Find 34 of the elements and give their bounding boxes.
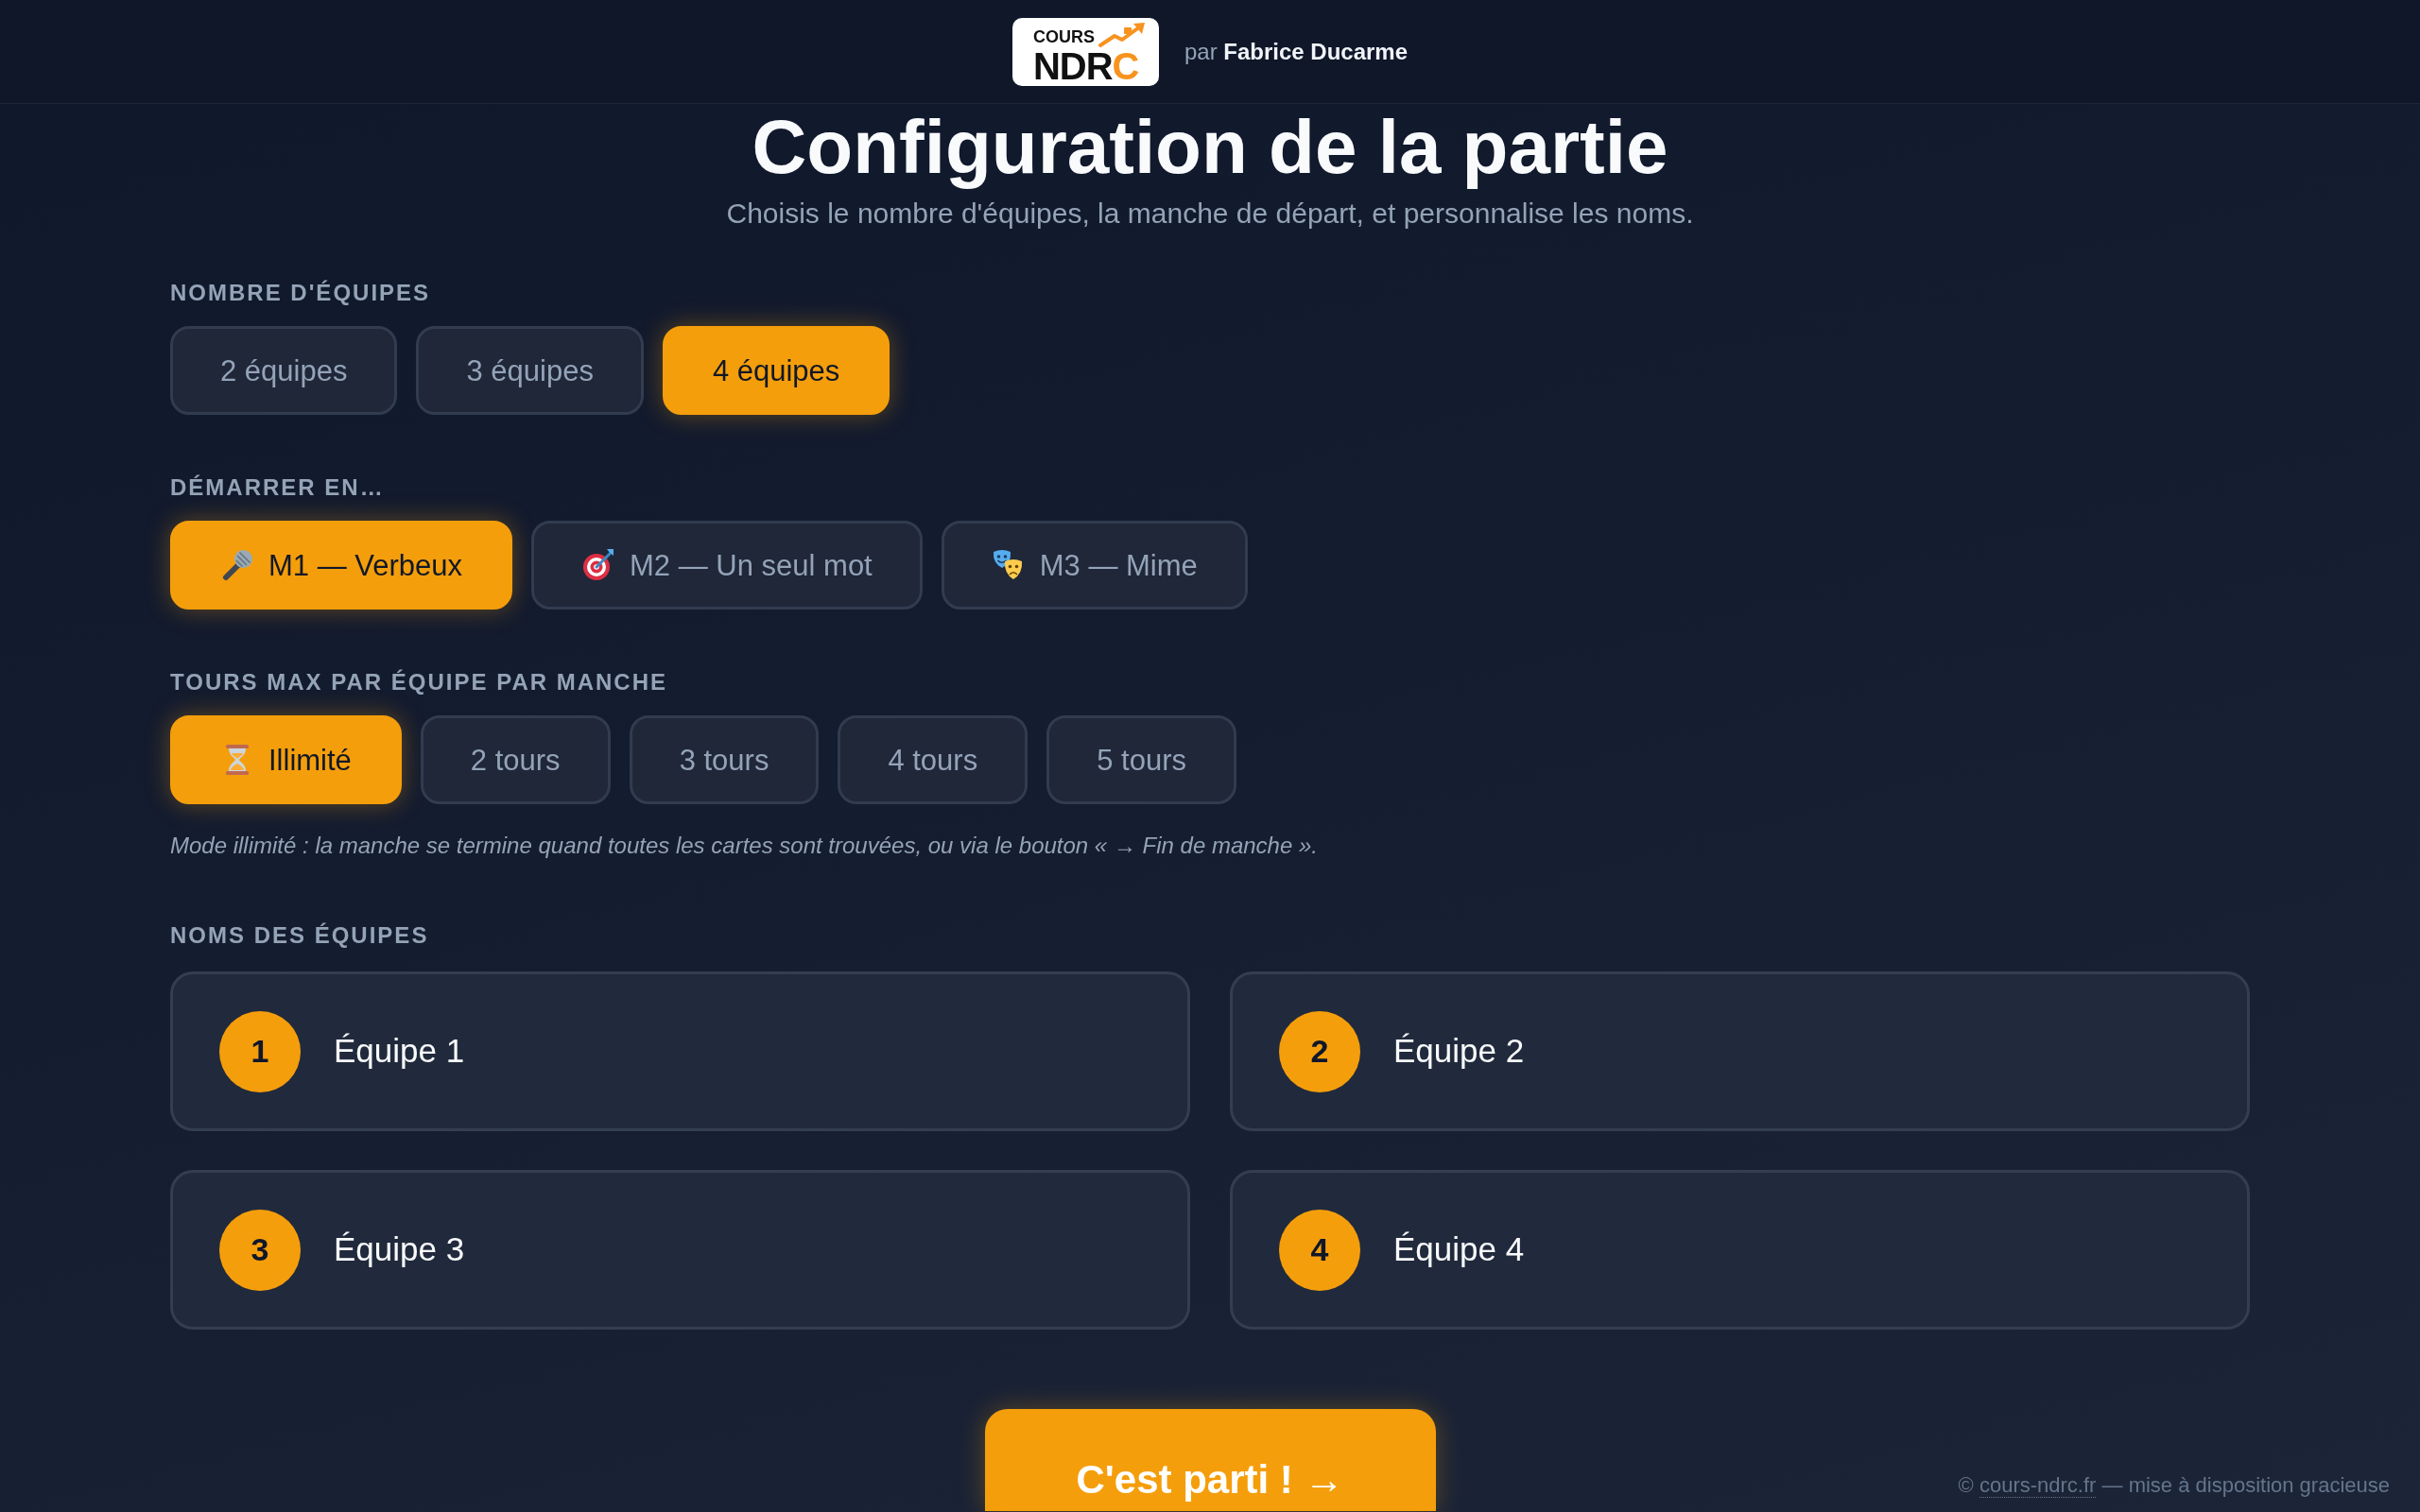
section-label: TOURS MAX PAR ÉQUIPE PAR MANCHE bbox=[170, 669, 669, 696]
logo-wordmark: NDRC bbox=[1032, 48, 1139, 83]
section-label: NOMBRE D'ÉQUIPES bbox=[170, 280, 432, 306]
section-label: NOMS DES ÉQUIPES bbox=[170, 922, 430, 949]
turn-limit-button[interactable]: Illimité bbox=[170, 715, 402, 804]
team-count-button[interactable]: 4 équipes bbox=[662, 326, 890, 415]
turn-limit-button[interactable]: 4 tours bbox=[838, 715, 1028, 804]
page-subtitle: Choisis le nombre d'équipes, la manche de départ, et personnalise les noms. bbox=[725, 197, 1695, 231]
team-name-input[interactable]: Équipe 4 bbox=[1393, 1226, 2219, 1274]
team-number-badge: 1 bbox=[219, 1010, 301, 1092]
team-name-input[interactable]: Équipe 3 bbox=[334, 1226, 1159, 1274]
microphone-icon bbox=[220, 548, 254, 582]
hint-text: Mode illimité : la manche se termine quand toutes les cartes sont trouvées, ou via le bouton « → Fin de manche ». bbox=[170, 832, 1319, 860]
section-label: DÉMARRER EN… bbox=[170, 474, 386, 501]
logo-caption: COURS bbox=[1032, 27, 1095, 46]
page-title: Configuration de la partie bbox=[751, 108, 1669, 187]
team-name-input[interactable]: Équipe 1 bbox=[334, 1027, 1159, 1075]
round-button[interactable]: M2 — Un seul mot bbox=[531, 521, 923, 610]
team-number-badge: 4 bbox=[1279, 1209, 1360, 1291]
round-button[interactable]: M3 — Mime bbox=[941, 521, 1248, 610]
trend-arrow-icon bbox=[1097, 21, 1147, 48]
turn-limit-button[interactable]: 3 tours bbox=[629, 715, 820, 804]
footer-credit: © cours-ndrc.fr — mise à disposition gracieuse bbox=[1958, 1473, 2390, 1498]
site-link[interactable]: cours-ndrc.fr bbox=[1979, 1473, 2097, 1498]
team-count-button[interactable]: 2 équipes bbox=[170, 326, 398, 415]
turn-limit-button[interactable]: 2 tours bbox=[420, 715, 611, 804]
team-number-badge: 3 bbox=[219, 1209, 301, 1291]
team-count-button[interactable]: 3 équipes bbox=[416, 326, 644, 415]
target-icon bbox=[581, 548, 616, 582]
author-byline: par Fabrice Ducarme bbox=[1184, 37, 1409, 66]
team-name-input[interactable]: Équipe 2 bbox=[1393, 1027, 2219, 1075]
team-number-badge: 2 bbox=[1279, 1010, 1360, 1092]
round-button[interactable]: M1 — Verbeux bbox=[170, 521, 513, 610]
turn-limit-button[interactable]: 5 tours bbox=[1046, 715, 1236, 804]
